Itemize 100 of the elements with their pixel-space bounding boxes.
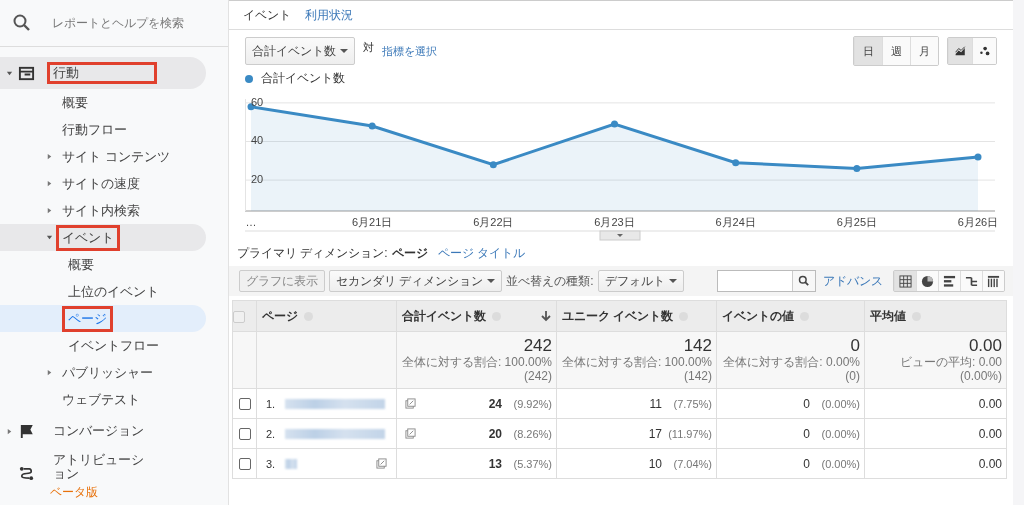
secondary-dimension-dropdown[interactable]: セカンダリ ディメンション	[329, 270, 503, 292]
dimension-option[interactable]: ページ タイトル	[437, 245, 525, 262]
nav-label: イベント	[56, 224, 120, 251]
row-checkbox[interactable]	[238, 428, 251, 441]
caret-icon	[5, 427, 13, 435]
x-tick-label: 6月24日	[715, 216, 756, 228]
total-share: 全体に対する割合: 100.00%	[561, 355, 712, 370]
compare-view-button[interactable]	[960, 271, 982, 291]
nav-item[interactable]: パブリッシャー	[0, 359, 206, 386]
nav-item[interactable]: コンバージョン	[0, 415, 206, 447]
data-point[interactable]	[368, 122, 376, 130]
total-share: 全体に対する割合: 0.00%	[722, 355, 860, 370]
period-button[interactable]: 日	[854, 37, 882, 65]
data-point[interactable]	[489, 161, 497, 169]
table-cell-share: (9.92%)	[512, 397, 552, 410]
total-base: (142)	[683, 369, 712, 384]
pivot-view-button[interactable]	[982, 271, 1004, 291]
nav-item[interactable]: アトリビューション ベータ版	[0, 449, 206, 498]
nav-item[interactable]: 概要	[0, 89, 206, 116]
beta-label: ベータ版	[49, 485, 99, 498]
total-value: 0	[849, 336, 860, 356]
nav-label: 上位のイベント	[67, 282, 160, 301]
table-search-field[interactable]	[717, 270, 816, 292]
select-metric-link[interactable]: 指標を選択	[382, 43, 437, 59]
total-value: 242	[522, 336, 552, 356]
row-checkbox[interactable]	[238, 458, 251, 471]
sort-dropdown[interactable]: デフォルト	[597, 270, 684, 292]
table-cell-value: 0	[803, 396, 810, 411]
line-chart-button[interactable]	[948, 38, 972, 64]
nav-label: サイト コンテンツ	[61, 147, 171, 166]
nav-item[interactable]: サイトの速度	[0, 170, 206, 197]
caret-icon	[46, 234, 53, 241]
bars-view-button[interactable]	[938, 271, 960, 291]
collapse-handle[interactable]	[599, 230, 641, 241]
bubble-chart-button[interactable]	[972, 38, 996, 64]
total-share: ビューの平均: 0.00	[898, 355, 1002, 370]
caret-icon	[46, 153, 53, 160]
nav-item[interactable]: 上位のイベント	[0, 278, 206, 305]
nav-item[interactable]: 概要	[0, 251, 206, 278]
tab[interactable]: 利用状況	[305, 7, 353, 24]
nav-item[interactable]: 行動	[0, 57, 206, 89]
nav-item[interactable]: 行動フロー	[0, 116, 206, 143]
table-cell-value: 13	[488, 456, 502, 471]
tab[interactable]: イベント	[243, 7, 291, 24]
period-button[interactable]: 週	[882, 37, 910, 65]
open-link-icon[interactable]	[405, 428, 417, 439]
window-icon	[18, 64, 35, 82]
nav-item[interactable]: ウェブテスト	[0, 386, 206, 413]
table-cell-value: 17	[648, 426, 662, 441]
open-link-icon[interactable]	[405, 398, 417, 409]
row-checkbox[interactable]	[238, 398, 251, 411]
caret-icon	[46, 180, 53, 187]
column-header[interactable]: 合計イベント数	[396, 300, 557, 332]
data-point[interactable]	[974, 153, 982, 161]
table-cell-value: 0.00	[978, 426, 1002, 441]
nav-item[interactable]: サイト コンテンツ	[0, 143, 206, 170]
data-point[interactable]	[732, 159, 740, 167]
nav-label: ページ	[62, 305, 113, 332]
nav-item[interactable]: イベント	[0, 224, 206, 251]
total-share: 全体に対する割合: 100.00%	[401, 355, 552, 370]
table-cell-share: (7.04%)	[672, 457, 712, 470]
blurred-page-path	[285, 458, 298, 469]
row-index: 2.	[266, 427, 276, 440]
column-header[interactable]: 平均値	[864, 300, 1007, 332]
metric-dropdown[interactable]: 合計イベント数	[245, 37, 355, 65]
nav-label: 概要	[61, 93, 89, 112]
total-value: 142	[682, 336, 712, 356]
table-cell-share: (8.26%)	[512, 427, 552, 440]
table-cell-share: (11.97%)	[667, 427, 712, 440]
nav-label: アトリビューション	[52, 451, 145, 484]
nav-item[interactable]: ページ	[0, 305, 206, 332]
x-tick-label: 6月26日	[957, 216, 999, 228]
open-link-icon[interactable]	[376, 458, 387, 469]
pivot-icon	[987, 274, 1000, 288]
column-header[interactable]: ページ	[256, 300, 397, 332]
table-cell-value: 20	[488, 426, 502, 441]
table-view-button[interactable]	[894, 271, 916, 291]
nav-item[interactable]: イベントフロー	[0, 332, 206, 359]
caret-icon	[46, 369, 53, 376]
column-header[interactable]: ユニーク イベント数	[556, 300, 717, 332]
nav-label: サイトの速度	[61, 174, 141, 193]
x-tick-label: 6月21日	[352, 216, 393, 228]
comparison-icon	[965, 274, 978, 288]
nav-item[interactable]: サイト内検索	[0, 197, 206, 224]
data-point[interactable]	[611, 120, 618, 128]
dimension-option[interactable]: ページ	[391, 245, 428, 262]
period-button[interactable]: 月	[910, 37, 938, 65]
table-cell-share: (0.00%)	[820, 427, 860, 440]
table-cell-value: 0	[803, 456, 810, 471]
table-cell-share: (5.37%)	[512, 457, 552, 470]
advanced-link[interactable]: アドバンス	[823, 272, 883, 290]
column-header[interactable]: イベントの値	[716, 300, 865, 332]
search-field[interactable]: レポートとヘルプを検索	[50, 15, 204, 31]
total-base: (242)	[523, 369, 552, 384]
table-cell-value: 0	[803, 426, 810, 441]
data-point[interactable]	[853, 165, 861, 172]
pie-view-button[interactable]	[916, 271, 938, 291]
caret-icon	[5, 69, 13, 77]
row-index: 3.	[266, 457, 276, 470]
select-all-checkbox[interactable]	[233, 310, 245, 323]
